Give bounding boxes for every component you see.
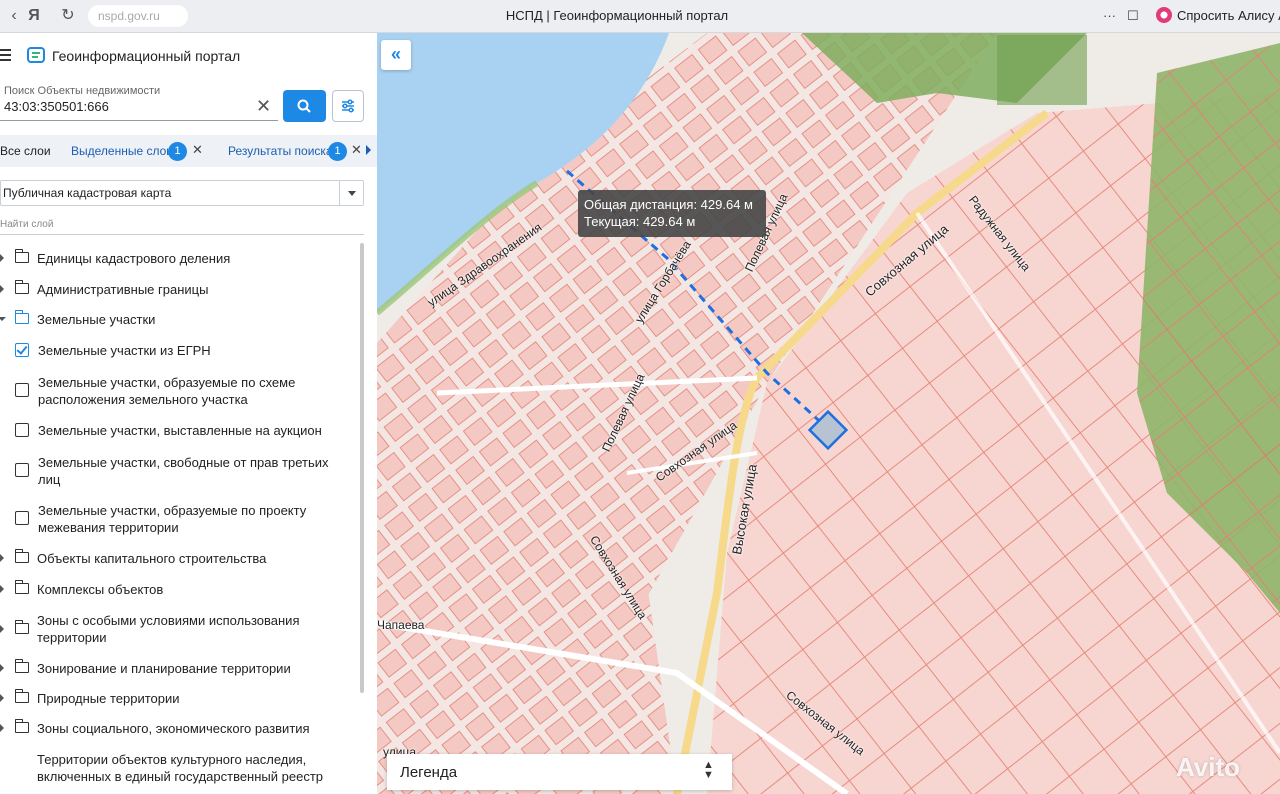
selected-count-badge: 1 bbox=[168, 142, 187, 161]
close-icon[interactable]: ✕ bbox=[351, 142, 362, 158]
folder-icon bbox=[14, 580, 29, 594]
basemap-select-value: Публичная кадастровая карта bbox=[3, 186, 172, 200]
layer-group-label: Зоны социального, экономического развити… bbox=[37, 721, 310, 736]
search-button[interactable] bbox=[283, 90, 326, 122]
chevron-right-icon[interactable] bbox=[0, 625, 4, 633]
panel-scrollbar[interactable] bbox=[360, 243, 364, 693]
results-count-badge: 1 bbox=[328, 142, 347, 161]
alice-icon[interactable] bbox=[1156, 7, 1172, 23]
divider bbox=[0, 234, 364, 235]
chevron-right-icon[interactable] bbox=[0, 585, 4, 593]
layer-label: Земельные участки, образуемые по схеме р… bbox=[38, 375, 296, 407]
legend-label: Легенда bbox=[400, 764, 458, 781]
chevron-down-icon[interactable] bbox=[0, 317, 6, 321]
search-label: Поиск Объекты недвижимости bbox=[4, 85, 161, 97]
layer-group-label: Комплексы объектов bbox=[37, 582, 164, 597]
layer-label: Земельные участки, свободные от прав тре… bbox=[38, 455, 329, 487]
layer-label: Земельные участки, образуемые по проекту… bbox=[38, 503, 307, 535]
tab-selected-layers[interactable]: Выделенные слои bbox=[71, 144, 173, 158]
search-input[interactable] bbox=[4, 99, 249, 114]
avito-watermark: Avito bbox=[1176, 752, 1241, 782]
layer-checkbox[interactable] bbox=[15, 463, 29, 477]
layers-panel: Геоинформационный портал Поиск Объекты н… bbox=[0, 33, 377, 794]
street-label: Чапаева bbox=[377, 618, 425, 632]
chevron-right-icon[interactable] bbox=[0, 254, 4, 262]
folder-icon bbox=[14, 549, 29, 563]
ask-alice-button[interactable]: Спросить Алису А bbox=[1177, 8, 1280, 23]
distance-tooltip: Общая дистанция: 429.64 м Текущая: 429.6… bbox=[578, 190, 766, 237]
folder-icon bbox=[14, 659, 29, 673]
layer-group-label: Единицы кадастрового деления bbox=[37, 251, 231, 266]
tabs-scroll-right-icon[interactable] bbox=[366, 145, 371, 155]
menu-dots-icon[interactable]: ··· bbox=[1103, 8, 1116, 23]
chevron-down-icon[interactable] bbox=[339, 181, 363, 205]
hamburger-menu-icon[interactable] bbox=[0, 49, 11, 64]
layer-checkbox[interactable] bbox=[15, 511, 29, 525]
browser-toolbar: ‹ Я ↻ nspd.gov.ru НСПД | Геоинформационн… bbox=[0, 0, 1280, 33]
filter-settings-button[interactable] bbox=[332, 90, 364, 122]
layer-checkbox[interactable] bbox=[15, 343, 29, 357]
layer-group-label: Природные территории bbox=[37, 691, 180, 706]
layer-group-label: Территории объектов культурного наследия… bbox=[37, 752, 324, 784]
folder-icon bbox=[14, 719, 29, 733]
expand-collapse-icon[interactable]: ▲ ▼ bbox=[703, 760, 714, 781]
chevron-right-icon[interactable] bbox=[0, 694, 4, 702]
layer-checkbox[interactable] bbox=[15, 423, 29, 437]
current-distance: Текущая: 429.64 м bbox=[584, 214, 696, 229]
layer-group-label: Зоны с особыми условиями использования т… bbox=[37, 613, 300, 645]
basemap-select[interactable]: Публичная кадастровая карта bbox=[0, 180, 364, 206]
layer-group-label: Зонирование и планирование территории bbox=[37, 661, 291, 676]
total-distance: Общая дистанция: 429.64 м bbox=[584, 197, 753, 212]
tab-all-layers[interactable]: Все слои bbox=[0, 144, 51, 158]
chevron-right-icon[interactable] bbox=[0, 724, 4, 732]
layer-group-label: Объекты капитального строительства bbox=[37, 551, 267, 566]
layer-tabs: Все слои Выделенные слои 1 ✕ Результаты … bbox=[0, 135, 377, 167]
bookmark-icon[interactable]: ☐ bbox=[1127, 8, 1139, 24]
find-layer-input[interactable]: Найти слой bbox=[0, 219, 53, 230]
folder-icon bbox=[14, 249, 29, 263]
layer-label: Земельные участки из ЕГРН bbox=[38, 343, 211, 358]
portal-title: Геоинформационный портал bbox=[52, 48, 241, 64]
folder-icon bbox=[14, 280, 29, 294]
map-canvas[interactable]: P улица Здравоохранения улица Горбачёва … bbox=[377, 33, 1280, 794]
folder-icon bbox=[14, 620, 29, 634]
search-icon bbox=[297, 99, 311, 113]
map-graphics bbox=[377, 33, 1280, 794]
chevron-right-icon[interactable] bbox=[0, 554, 4, 562]
layer-checkbox[interactable] bbox=[15, 383, 29, 397]
clear-icon[interactable]: ✕ bbox=[256, 96, 271, 117]
page-title: НСПД | Геоинформационный портал bbox=[505, 8, 729, 23]
portal-logo-icon bbox=[27, 47, 45, 63]
folder-open-icon bbox=[14, 310, 29, 324]
layer-group-label: Административные границы bbox=[37, 282, 209, 297]
collapse-panel-button[interactable]: « bbox=[381, 40, 411, 70]
legend-dropdown[interactable]: Легенда ▲ ▼ bbox=[387, 754, 732, 790]
layer-label: Земельные участки, выставленные на аукци… bbox=[38, 423, 322, 438]
folder-icon bbox=[14, 689, 29, 703]
tab-search-results[interactable]: Результаты поиска bbox=[228, 144, 333, 158]
chevron-right-icon[interactable] bbox=[0, 664, 4, 672]
chevron-right-icon[interactable] bbox=[0, 285, 4, 293]
sliders-icon bbox=[342, 99, 354, 113]
search-field[interactable]: Поиск Объекты недвижимости ✕ bbox=[0, 83, 278, 121]
close-icon[interactable]: ✕ bbox=[192, 142, 203, 158]
layer-group-label: Земельные участки bbox=[37, 312, 156, 327]
